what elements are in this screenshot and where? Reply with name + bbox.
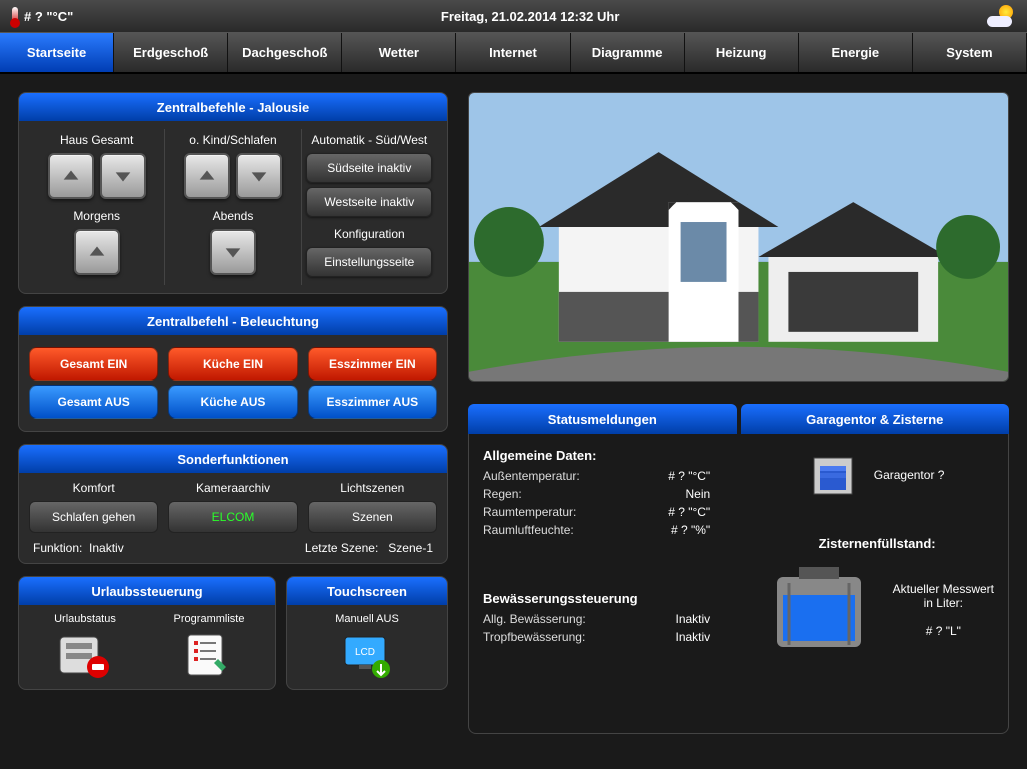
kv-row: Regen:Nein — [483, 487, 740, 501]
abends-down-button[interactable] — [210, 229, 256, 275]
garage-icon — [810, 452, 856, 498]
nav-energie[interactable]: Energie — [799, 33, 913, 72]
urlaubstatus-button[interactable] — [57, 631, 113, 681]
sued-inaktiv-button[interactable]: Südseite inaktiv — [306, 153, 432, 183]
panel-touchscreen-header: Touchscreen — [287, 577, 447, 605]
kv-row: Raumluftfeuchte:# ? "%" — [483, 523, 740, 537]
haus-up-button[interactable] — [48, 153, 94, 199]
jal-kind-label: o. Kind/Schlafen — [165, 133, 300, 147]
nav-erdgeschoß[interactable]: Erdgeschoß — [114, 33, 228, 72]
einstellungsseite-button[interactable]: Einstellungsseite — [306, 247, 432, 277]
light-off-küche-aus[interactable]: Küche AUS — [168, 385, 297, 419]
panel-sonder-header: Sonderfunktionen — [19, 445, 447, 473]
topbar-left: # ? "°C" — [12, 7, 73, 25]
tab-statusmeldungen[interactable]: Statusmeldungen — [468, 404, 737, 434]
datetime-label: Freitag, 21.02.2014 12:32 Uhr — [441, 9, 620, 24]
programmliste-label: Programmliste — [151, 613, 267, 625]
jal-haus-label: Haus Gesamt — [29, 133, 164, 147]
zisterne-label1: Aktueller Messwert — [893, 582, 994, 596]
manuell-aus-label: Manuell AUS — [295, 613, 439, 625]
bewaesserung-title: Bewässerungssteuerung — [483, 591, 740, 606]
panel-jalousie: Zentralbefehle - Jalousie Haus Gesamt Mo… — [18, 92, 448, 294]
programmliste-button[interactable] — [181, 631, 237, 681]
main-nav: StartseiteErdgeschoßDachgeschoßWetterInt… — [0, 32, 1027, 74]
panel-touchscreen: Touchscreen Manuell AUS LCD — [286, 576, 448, 690]
zisterne-value: # ? "L" — [893, 624, 994, 638]
status-body: Allgemeine Daten: Außentemperatur:# ? "°… — [468, 434, 1009, 734]
sonder-btn-elcom[interactable]: ELCOM — [168, 501, 297, 533]
zisterne-title: Zisternenfüllstand: — [760, 536, 994, 551]
kv-row: Tropfbewässerung:Inaktiv — [483, 630, 740, 644]
nav-diagramme[interactable]: Diagramme — [571, 33, 685, 72]
svg-text:LCD: LCD — [355, 647, 375, 658]
haus-down-button[interactable] — [100, 153, 146, 199]
panel-beleuchtung-header: Zentralbefehl - Beleuchtung — [19, 307, 447, 335]
weather-icon — [987, 5, 1015, 27]
light-on-küche-ein[interactable]: Küche EIN — [168, 347, 297, 381]
nav-system[interactable]: System — [913, 33, 1027, 72]
kv-row: Raumtemperatur:# ? "°C" — [483, 505, 740, 519]
nav-internet[interactable]: Internet — [456, 33, 570, 72]
sonder-col-label: Lichtszenen — [308, 481, 437, 495]
light-on-gesamt-ein[interactable]: Gesamt EIN — [29, 347, 158, 381]
func-status: Funktion: Inaktiv — [33, 541, 124, 555]
top-bar: # ? "°C" Freitag, 21.02.2014 12:32 Uhr — [0, 0, 1027, 32]
light-on-esszimmer-ein[interactable]: Esszimmer EIN — [308, 347, 437, 381]
kv-row: Allg. Bewässerung:Inaktiv — [483, 612, 740, 626]
house-image — [468, 92, 1009, 382]
sonder-col-label: Kameraarchiv — [168, 481, 297, 495]
urlaubstatus-label: Urlaubstatus — [27, 613, 143, 625]
jal-config-label: Konfiguration — [302, 227, 437, 241]
panel-jalousie-header: Zentralbefehle - Jalousie — [19, 93, 447, 121]
scene-status: Letzte Szene: Szene-1 — [305, 541, 433, 555]
zisterne-label2: in Liter: — [893, 596, 994, 610]
panel-sonder: Sonderfunktionen Komfort Schlafen gehen Ka… — [18, 444, 448, 564]
sonder-col-label: Komfort — [29, 481, 158, 495]
sonder-btn-schlafen-gehen[interactable]: Schlafen gehen — [29, 501, 158, 533]
jal-abends-label: Abends — [165, 209, 300, 223]
manuell-aus-button[interactable]: LCD — [339, 631, 395, 681]
panel-beleuchtung: Zentralbefehl - Beleuchtung Gesamt EIN Kü… — [18, 306, 448, 432]
panel-urlaub: Urlaubssteuerung Urlaubstatus Programmli… — [18, 576, 276, 690]
kv-row: Außentemperatur:# ? "°C" — [483, 469, 740, 483]
light-off-esszimmer-aus[interactable]: Esszimmer AUS — [308, 385, 437, 419]
allgemein-title: Allgemeine Daten: — [483, 448, 740, 463]
west-inaktiv-button[interactable]: Westseite inaktiv — [306, 187, 432, 217]
light-off-gesamt-aus[interactable]: Gesamt AUS — [29, 385, 158, 419]
kind-up-button[interactable] — [184, 153, 230, 199]
kind-down-button[interactable] — [236, 153, 282, 199]
nav-heizung[interactable]: Heizung — [685, 33, 799, 72]
nav-startseite[interactable]: Startseite — [0, 33, 114, 72]
sonder-btn-szenen[interactable]: Szenen — [308, 501, 437, 533]
jal-auto-label: Automatik - Süd/West — [302, 133, 437, 147]
tab-garagentor-zisterne[interactable]: Garagentor & Zisterne — [741, 404, 1010, 434]
cistern-icon — [769, 565, 869, 655]
nav-wetter[interactable]: Wetter — [342, 33, 456, 72]
thermometer-icon — [12, 7, 18, 25]
morgens-up-button[interactable] — [74, 229, 120, 275]
nav-dachgeschoß[interactable]: Dachgeschoß — [228, 33, 342, 72]
panel-urlaub-header: Urlaubssteuerung — [19, 577, 275, 605]
outside-temp: # ? "°C" — [24, 9, 73, 24]
garage-status: Garagentor ? — [874, 468, 945, 482]
jal-morgens-label: Morgens — [29, 209, 164, 223]
